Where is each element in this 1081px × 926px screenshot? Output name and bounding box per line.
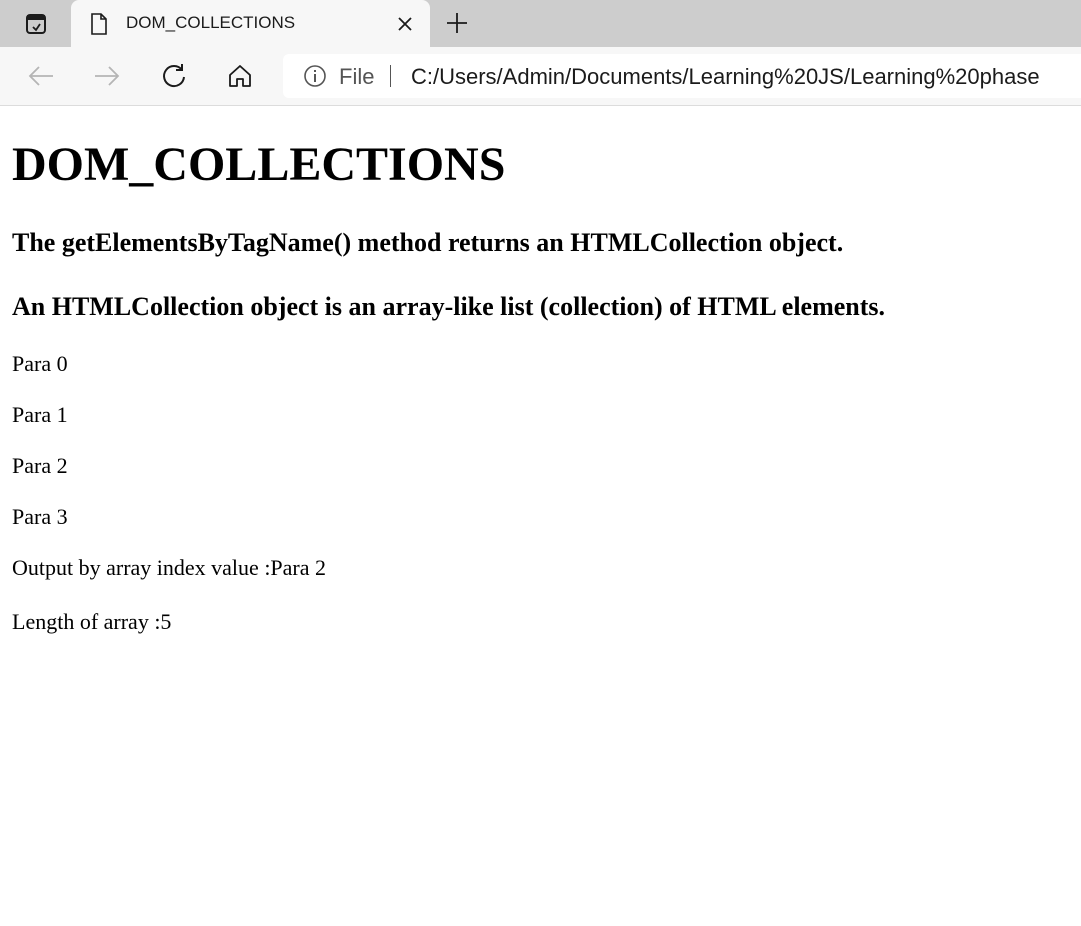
tab-title: DOM_COLLECTIONS (126, 13, 296, 32)
forward-button[interactable] (91, 60, 123, 92)
info-icon[interactable] (303, 64, 327, 88)
url-text[interactable]: C:/Users/Admin/Documents/Learning%20JS/L… (411, 64, 1040, 90)
close-icon (398, 17, 412, 31)
close-tab-button[interactable] (394, 13, 416, 35)
arrow-left-icon (28, 66, 53, 86)
address-divider (390, 65, 391, 87)
navigation-toolbar: File C:/Users/Admin/Documents/Learning%2… (0, 47, 1081, 106)
arrow-right-icon (95, 66, 120, 86)
refresh-button[interactable] (158, 60, 190, 92)
page-icon (91, 13, 107, 35)
subheading-method: The getElementsByTagName() method return… (12, 228, 844, 257)
page-title: DOM_COLLECTIONS (12, 138, 506, 191)
new-tab-button[interactable] (442, 8, 472, 38)
subheading-collection: An HTMLCollection object is an array-lik… (12, 292, 886, 321)
tab-strip: DOM_COLLECTIONS (0, 0, 1081, 47)
paragraph-item: Para 2 (12, 453, 68, 478)
home-icon (229, 65, 251, 87)
paragraph-item: Para 3 (12, 504, 68, 529)
home-button[interactable] (224, 60, 256, 92)
tab-actions-icon (26, 14, 46, 34)
refresh-icon (163, 64, 185, 88)
paragraph-item: Para 1 (12, 402, 68, 427)
paragraph-item: Para 0 (12, 351, 68, 376)
address-bar[interactable]: File C:/Users/Admin/Documents/Learning%2… (283, 54, 1081, 98)
site-info-label[interactable]: File (339, 64, 374, 90)
output-length-text: Length of array :5 (12, 609, 172, 634)
tab-actions-button[interactable] (16, 8, 56, 40)
plus-icon (447, 13, 467, 33)
output-index-text: Output by array index value :Para 2 (12, 555, 327, 580)
back-button[interactable] (25, 60, 57, 92)
active-tab[interactable]: DOM_COLLECTIONS (71, 0, 430, 47)
